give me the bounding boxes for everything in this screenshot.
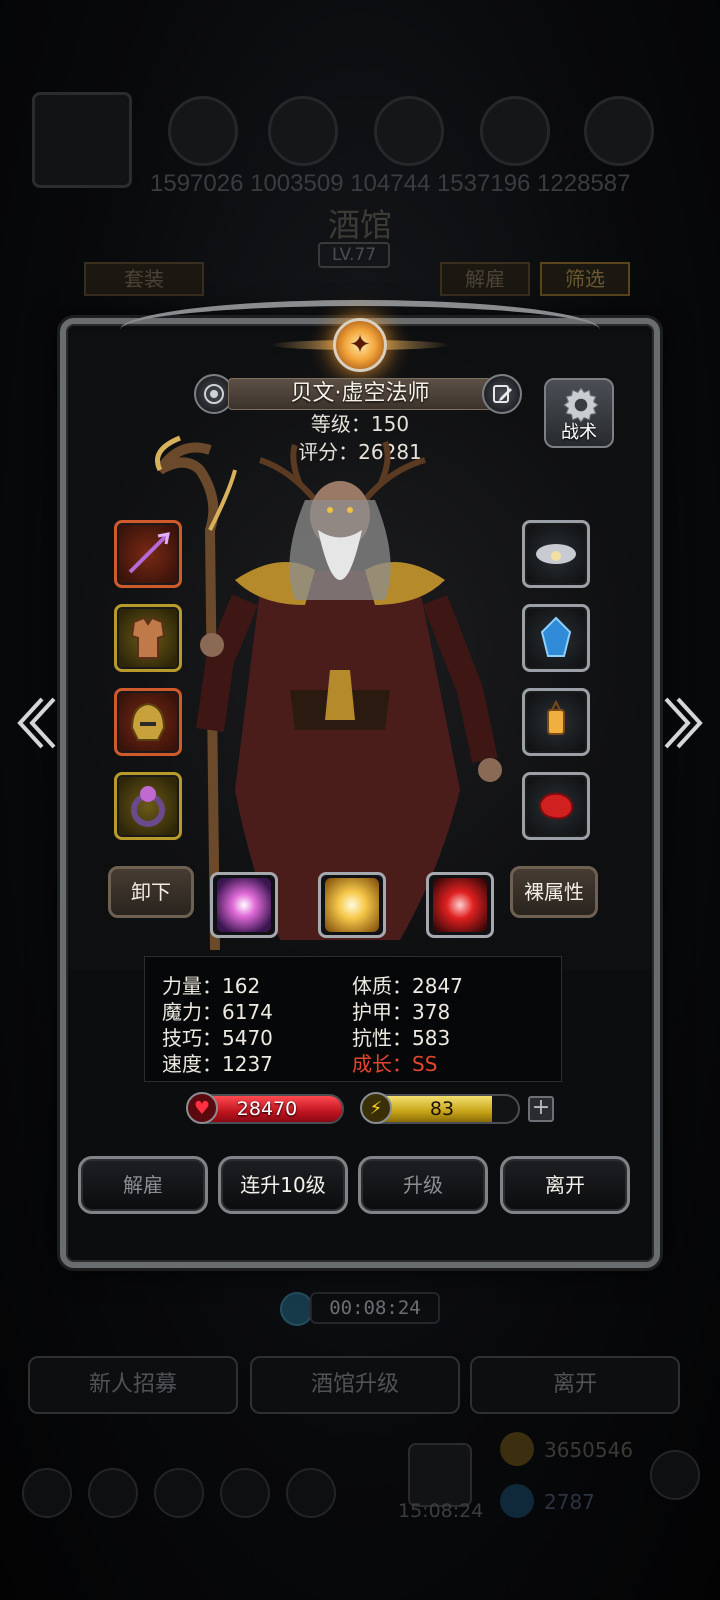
- hero-name: 贝文·虚空法师: [228, 378, 492, 410]
- background-coin-icon: [500, 1432, 534, 1466]
- heart-icon: ♥: [186, 1092, 218, 1124]
- background-timer: 00:08:24: [310, 1292, 440, 1324]
- background-gift-icon: [408, 1443, 472, 1507]
- background-coins-value: 3650546: [544, 1438, 634, 1462]
- staff-weapon-icon: [128, 532, 170, 574]
- crimson-slash-skill-icon: [433, 878, 487, 932]
- background-recruit-button: 新人招募: [28, 1356, 238, 1414]
- background-gems-value: 2787: [544, 1490, 595, 1514]
- lightning-icon: ⚡: [360, 1092, 392, 1124]
- blue-crystal-icon: [540, 616, 572, 657]
- background-resource-icon: [480, 96, 550, 166]
- stat-strength: 力量：162: [162, 974, 261, 998]
- lantern-icon: [547, 699, 565, 735]
- background-tab-dismiss: 解雇: [440, 262, 530, 296]
- background-upgrade-tavern-button: 酒馆升级: [250, 1356, 460, 1414]
- background-resource-values: 1597026 1003509 104744 1537196 1228587: [150, 170, 631, 197]
- equip-slot-lantern[interactable]: [522, 688, 590, 756]
- skill-slot-1[interactable]: [210, 872, 278, 938]
- red-gem-icon: [538, 792, 574, 820]
- background-gem-icon: [500, 1484, 534, 1518]
- background-add-icon: [650, 1450, 700, 1500]
- dismiss-button[interactable]: 解雇: [78, 1156, 208, 1214]
- level-up-10-button[interactable]: 连升10级: [218, 1156, 348, 1214]
- equip-slot-weapon[interactable]: [114, 520, 182, 588]
- violet-crystal-skill-icon: [217, 878, 271, 932]
- background-dock-icon: [154, 1468, 204, 1518]
- stat-resistance: 抗性：583: [352, 1026, 451, 1050]
- stat-armor: 护甲：378: [352, 1000, 451, 1024]
- background-dock-icon: [88, 1468, 138, 1518]
- background-dock-icon: [286, 1468, 336, 1518]
- background-tab-filter: 筛选: [540, 262, 630, 296]
- background-tab-set: 套装: [84, 262, 204, 296]
- equip-slot-ring[interactable]: [114, 772, 182, 840]
- bare-stats-button[interactable]: 裸属性: [510, 866, 598, 918]
- skill-slot-2[interactable]: [318, 872, 386, 938]
- add-energy-button[interactable]: +: [528, 1096, 554, 1122]
- stat-skill: 技巧：5470: [162, 1026, 273, 1050]
- background-clock: 15:08:24: [398, 1500, 484, 1522]
- next-hero-arrow[interactable]: [660, 690, 710, 756]
- cloud-charm-icon: [536, 544, 576, 564]
- equip-slot-armor[interactable]: [114, 604, 182, 672]
- chest-armor-icon: [130, 616, 166, 659]
- skill-slot-3[interactable]: [426, 872, 494, 938]
- previous-hero-arrow[interactable]: [10, 690, 60, 756]
- background-title: 酒馆: [327, 206, 392, 244]
- ring-icon: [131, 786, 165, 827]
- stat-constitution: 体质：2847: [352, 974, 463, 998]
- background-dock-icon: [220, 1468, 270, 1518]
- helmet-icon: [130, 702, 166, 741]
- background-resource-icon: [374, 96, 444, 166]
- equip-slot-charm[interactable]: [522, 520, 590, 588]
- equip-slot-crystal[interactable]: [522, 604, 590, 672]
- stat-magic: 魔力：6174: [162, 1000, 273, 1024]
- background-dock-icon: [22, 1468, 72, 1518]
- background-leave-button: 离开: [470, 1356, 680, 1414]
- equip-slot-gem[interactable]: [522, 772, 590, 840]
- stat-growth: 成长：SS: [352, 1052, 438, 1076]
- background-resource-icon: [168, 96, 238, 166]
- background-timer-icon: [280, 1292, 314, 1326]
- equip-slot-helmet[interactable]: [114, 688, 182, 756]
- unequip-button[interactable]: 卸下: [108, 866, 194, 918]
- background-resource-icon: [268, 96, 338, 166]
- background-resource-icon: [584, 96, 654, 166]
- golden-burst-skill-icon: [325, 878, 379, 932]
- class-emblem-icon: ✦: [333, 318, 387, 372]
- chevron-left-icon: [17, 697, 56, 749]
- chevron-right-icon: [664, 697, 703, 749]
- level-up-button[interactable]: 升级: [358, 1156, 488, 1214]
- leave-button[interactable]: 离开: [500, 1156, 630, 1214]
- background-portrait: [32, 92, 132, 188]
- background-level-badge: LV.77: [318, 242, 390, 268]
- stat-speed: 速度：1237: [162, 1052, 273, 1076]
